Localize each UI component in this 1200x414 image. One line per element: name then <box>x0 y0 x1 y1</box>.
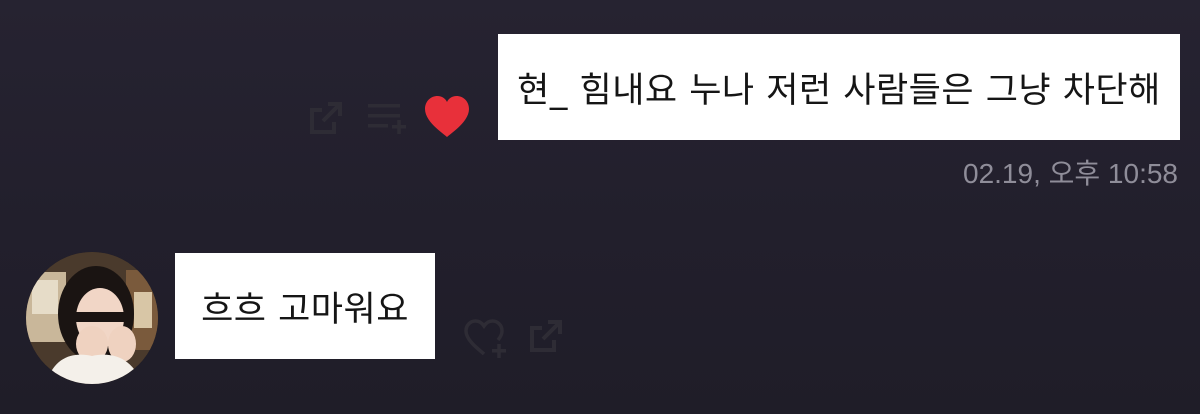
received-message-bubble[interactable]: 흐흐 고마워요 <box>175 253 435 359</box>
heart-filled-icon[interactable] <box>422 94 472 140</box>
sent-message-text: 현_ 힘내요 누나 저런 사람들은 그냥 차단해 <box>517 70 1161 111</box>
received-message-actions <box>462 314 572 360</box>
chat-thread: 현_ 힘내요 누나 저런 사람들은 그냥 차단해 02.19, 오후 10:58… <box>0 0 1200 414</box>
heart-add-icon[interactable] <box>462 318 510 360</box>
received-message-text: 흐흐 고마워요 <box>201 289 409 330</box>
message-timestamp: 02.19, 오후 10:58 <box>963 158 1178 189</box>
heart-fill <box>425 96 469 137</box>
add-to-list-icon[interactable] <box>364 98 408 138</box>
share-icon[interactable] <box>306 98 346 138</box>
avatar-photo <box>26 252 158 384</box>
sent-message-bubble[interactable]: 현_ 힘내요 누나 저런 사람들은 그냥 차단해 <box>498 34 1180 140</box>
share-icon[interactable] <box>526 316 566 356</box>
sent-message-actions <box>306 94 476 142</box>
avatar[interactable] <box>26 252 158 384</box>
